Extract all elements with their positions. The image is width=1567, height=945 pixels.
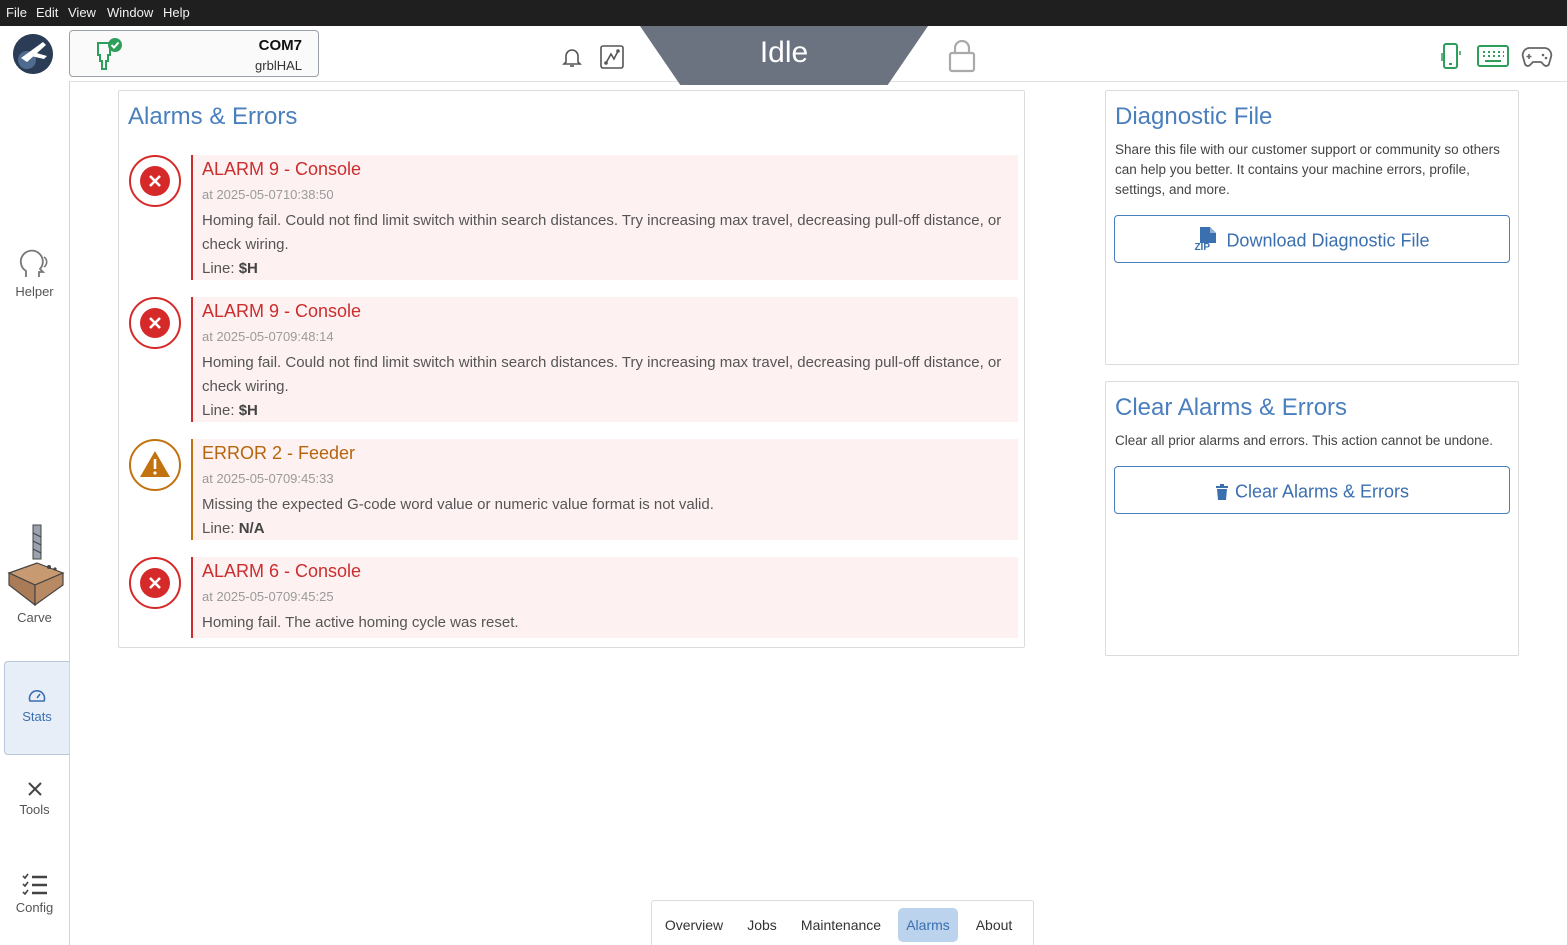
sidebar: Helper Carve Stats Tools Config <box>0 81 70 945</box>
top-bar: COM7 grblHAL Idle <box>0 26 1567 85</box>
sidebar-item-label: Config <box>15 900 54 915</box>
alarm-title: ALARM 9 - Console <box>202 159 362 179</box>
clear-alarms-button[interactable]: Clear Alarms & Errors <box>1114 466 1510 514</box>
alarm-x-icon <box>128 556 181 609</box>
zip-file-icon: ZIP <box>1194 226 1220 254</box>
tab-maintenance[interactable]: Maintenance <box>794 908 888 942</box>
carve-router-icon <box>5 523 65 610</box>
alarm-x-icon <box>128 154 181 207</box>
menu-edit[interactable]: Edit <box>36 0 58 26</box>
alarm-line: Line: $H <box>202 402 258 419</box>
warning-triangle-icon <box>128 438 181 491</box>
sidebar-item-helper[interactable]: Helper <box>0 249 69 305</box>
diagnostic-description: Share this file with our customer suppor… <box>1115 142 1500 197</box>
alarm-entry: ALARM 9 - Console at 2025-05-0709:48:14 … <box>191 297 1018 422</box>
alarm-x-icon <box>128 296 181 349</box>
download-diagnostic-button[interactable]: ZIP Download Diagnostic File <box>1114 215 1510 263</box>
sidebar-item-label: Tools <box>19 802 50 817</box>
phone-icon[interactable] <box>1440 43 1462 76</box>
tab-jobs[interactable]: Jobs <box>740 908 784 942</box>
sidebar-item-label: Carve <box>17 610 52 625</box>
port-name: COM7 <box>258 37 302 54</box>
alarm-message: Homing fail. Could not find limit switch… <box>202 354 1002 395</box>
error-message: Missing the expected G-code word value o… <box>202 496 714 513</box>
bell-icon[interactable] <box>560 45 584 74</box>
menu-help[interactable]: Help <box>163 0 190 26</box>
sidebar-item-label: Helper <box>15 284 54 299</box>
alarm-title: ALARM 6 - Console <box>202 561 362 581</box>
tools-cross-icon <box>27 781 43 800</box>
app-logo <box>13 34 53 74</box>
tab-overview[interactable]: Overview <box>659 908 729 942</box>
error-entry: ERROR 2 - Feeder at 2025-05-0709:45:33 M… <box>191 439 1018 540</box>
menu-view[interactable]: View <box>68 0 96 26</box>
alarm-line: Line: $H <box>202 260 258 277</box>
alarms-panel-title: Alarms & Errors <box>128 103 298 130</box>
diagnostic-title: Diagnostic File <box>1115 103 1273 130</box>
error-title: ERROR 2 - Feeder <box>202 443 356 463</box>
keyboard-icon[interactable] <box>1477 45 1509 72</box>
tab-alarms[interactable]: Alarms <box>898 908 958 942</box>
gauge-icon <box>28 688 46 707</box>
helper-head-icon <box>18 249 52 284</box>
usb-plug-icon <box>92 37 124 76</box>
error-line: Line: N/A <box>202 520 265 537</box>
alarm-title: ALARM 9 - Console <box>202 301 362 321</box>
clear-alarms-label: Clear Alarms & Errors <box>1234 481 1410 502</box>
clear-alarms-panel: Clear Alarms & Errors Clear all prior al… <box>1105 381 1519 656</box>
alarm-time: at 2025-05-0709:45:25 <box>202 589 334 604</box>
download-diagnostic-label: Download Diagnostic File <box>1226 230 1430 251</box>
menu-window[interactable]: Window <box>107 0 153 26</box>
clear-alarms-description: Clear all prior alarms and errors. This … <box>1115 433 1493 448</box>
trash-icon <box>1215 468 1229 514</box>
menu-file[interactable]: File <box>6 0 27 26</box>
firmware-chip-icon[interactable] <box>599 44 625 75</box>
error-time: at 2025-05-0709:45:33 <box>202 471 334 486</box>
alarm-time: at 2025-05-0710:38:50 <box>202 187 334 202</box>
lock-icon[interactable] <box>947 38 977 79</box>
machine-state-label: Idle <box>759 36 809 69</box>
clear-alarms-title: Clear Alarms & Errors <box>1115 394 1348 421</box>
alarm-message: Homing fail. The active homing cycle was… <box>202 614 519 631</box>
sidebar-item-stats[interactable]: Stats <box>4 661 69 755</box>
alarm-message: Homing fail. Could not find limit switch… <box>202 212 1002 253</box>
alarm-time: at 2025-05-0709:48:14 <box>202 329 334 344</box>
connection-button[interactable]: COM7 grblHAL <box>69 30 319 77</box>
firmware-name: grblHAL <box>255 58 302 73</box>
tab-about[interactable]: About <box>967 908 1021 942</box>
sidebar-item-config[interactable]: Config <box>0 873 69 923</box>
gamepad-icon[interactable] <box>1521 46 1553 73</box>
sidebar-item-label: Stats <box>22 709 52 724</box>
checklist-icon <box>21 873 48 898</box>
alarm-entry: ALARM 6 - Console at 2025-05-0709:45:25 … <box>191 557 1018 638</box>
alarms-panel: Alarms & Errors ALARM 9 - Console at 202… <box>118 90 1025 648</box>
sidebar-item-carve[interactable]: Carve <box>0 523 69 633</box>
diagnostic-panel: Diagnostic File Share this file with our… <box>1105 90 1519 365</box>
menubar: File Edit View Window Help <box>0 0 1567 26</box>
alarm-entry: ALARM 9 - Console at 2025-05-0710:38:50 … <box>191 155 1018 280</box>
stats-tabs: Overview Jobs Maintenance Alarms About <box>651 900 1034 945</box>
sidebar-item-tools[interactable]: Tools <box>0 781 69 831</box>
